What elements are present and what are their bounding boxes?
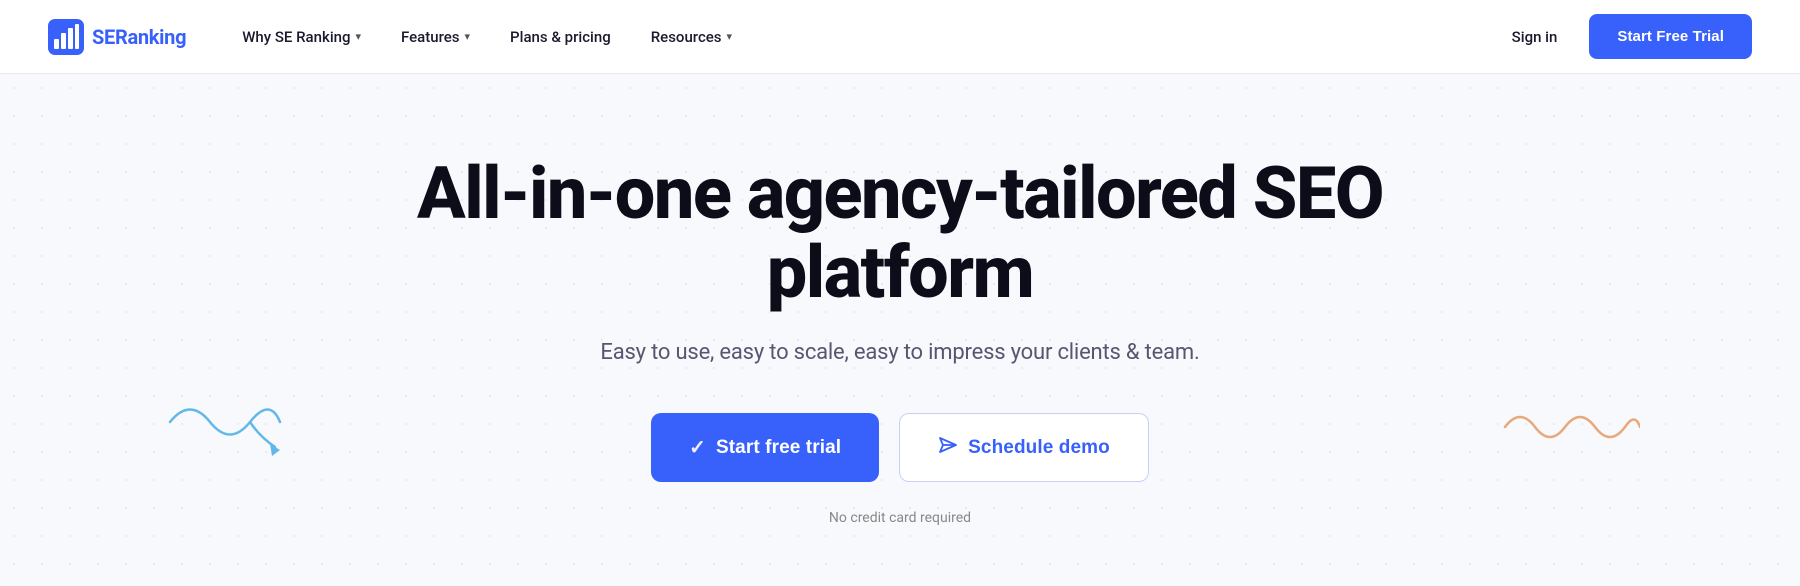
nav-item-plans-pricing[interactable]: Plans & pricing [494,20,627,54]
nav-item-features[interactable]: Features ▾ [385,20,486,54]
chevron-down-icon: ▾ [356,30,362,43]
nav-item-why-se-ranking[interactable]: Why SE Ranking ▾ [226,20,377,54]
hero-section: All-in-one agency-tailored SEO platform … [0,74,1800,586]
start-free-trial-button[interactable]: Start Free Trial [1589,14,1752,59]
no-credit-card-text: No credit card required [350,510,1450,526]
chevron-down-icon: ▾ [465,30,471,43]
hero-subtitle: Easy to use, easy to scale, easy to impr… [350,340,1450,365]
logo-text: SERanking [92,25,186,49]
check-circle-icon: ✓ [689,435,706,460]
sign-in-button[interactable]: Sign in [1496,20,1574,54]
nav-links: Why SE Ranking ▾ Features ▾ Plans & pric… [226,20,1495,54]
nav-right: Sign in Start Free Trial [1496,14,1752,59]
logo[interactable]: SERanking [48,19,186,55]
logo-icon [48,19,84,55]
hero-content: All-in-one agency-tailored SEO platform … [350,154,1450,526]
schedule-demo-button[interactable]: Schedule demo [899,413,1149,482]
nav-item-resources[interactable]: Resources ▾ [635,20,748,54]
start-free-trial-hero-button[interactable]: ✓ Start free trial [651,413,879,482]
navbar: SERanking Why SE Ranking ▾ Features ▾ Pl… [0,0,1800,74]
hero-title: All-in-one agency-tailored SEO platform [350,154,1450,312]
chevron-down-icon: ▾ [727,30,733,43]
deco-squiggle-left [160,392,290,466]
hero-buttons: ✓ Start free trial Schedule demo [350,413,1450,482]
deco-squiggle-right [1500,402,1640,456]
send-icon [938,436,958,459]
